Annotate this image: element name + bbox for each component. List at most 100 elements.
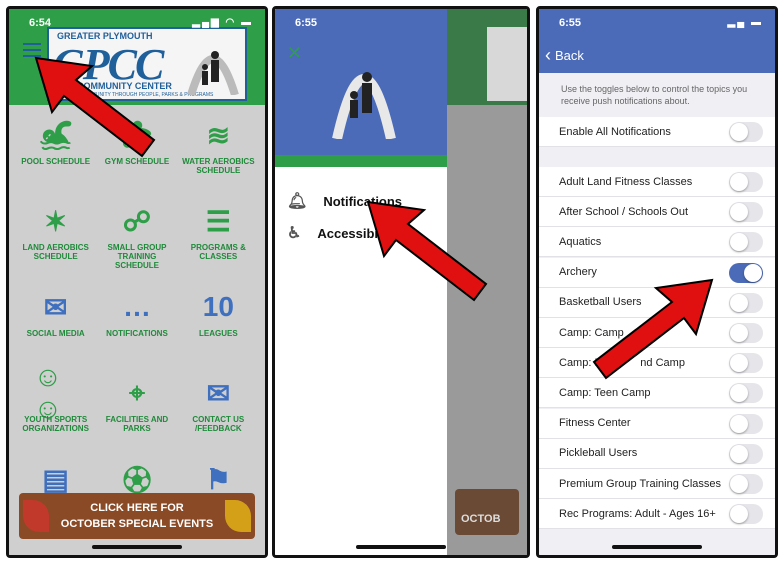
topic-label: Camp: Camp — [559, 326, 624, 339]
toggle-knob — [730, 293, 748, 312]
topic-row: Camp: Teen Camp — [539, 378, 775, 409]
tile-label: SMALL GROUP TRAINING SCHEDULE — [107, 243, 167, 270]
dimmed-home-background[interactable]: OCTOB — [447, 9, 527, 555]
toggle-knob — [730, 203, 748, 222]
toggle-knob — [730, 123, 748, 141]
topic-toggle[interactable] — [729, 413, 763, 434]
leaf-icon — [23, 500, 49, 532]
swimmer-icon: 🏊︎ — [37, 119, 74, 151]
topic-toggle[interactable] — [729, 443, 763, 464]
menu-item-notifications[interactable]: 🔔︎ Notifications — [287, 191, 402, 211]
topic-label: Camp: Teen Camp — [559, 386, 651, 399]
tile-label: CONTACT US /FEEDBACK — [192, 415, 245, 433]
status-time: 6:55 — [559, 17, 582, 29]
accessibility-icon: ♿︎ — [287, 225, 302, 242]
chevron-left-icon: ‹ — [545, 45, 551, 65]
home-tile[interactable]: ☍ SMALL GROUP TRAINING SCHEDULE — [96, 201, 177, 281]
topic-row: Adult Land Fitness Classes — [539, 167, 775, 197]
home-tile[interactable]: ✉ SOCIAL MEDIA — [15, 287, 96, 367]
banner-line1: CLICK HERE FOR — [90, 502, 184, 514]
tile-grid: 🏊︎ POOL SCHEDULE ⛹︎ GYM SCHEDULE ≋ WATER AERO… — [15, 115, 259, 539]
tile-label: GYM SCHEDULE — [104, 157, 170, 166]
toggle-knob — [730, 505, 748, 524]
hamburger-menu-icon[interactable] — [23, 43, 41, 57]
dimmed-banner-text: OCTOB — [461, 513, 501, 525]
bell-icon: 🔔︎ — [287, 193, 308, 210]
topic-toggle[interactable] — [729, 202, 763, 223]
toggle-knob — [730, 324, 748, 342]
description-text: Use the toggles below to control the top… — [561, 84, 748, 106]
tile-label: YOUTH SPORTS ORGANIZATIONS — [22, 415, 89, 433]
home-tile[interactable]: ☺☺ YOUTH SPORTS ORGANIZATIONS — [15, 361, 96, 453]
home-grid-area: 🏊︎ POOL SCHEDULE ⛹︎ GYM SCHEDULE ≋ WATER AERO… — [9, 105, 265, 555]
home-tile[interactable]: 🏊︎ POOL SCHEDULE — [15, 115, 96, 195]
topic-toggle[interactable] — [729, 383, 763, 404]
land-aerobics-icon: ✶ — [43, 205, 68, 237]
topic-toggle[interactable] — [729, 292, 763, 313]
map-pin-icon: ⌖ — [129, 376, 145, 408]
home-tile[interactable]: ✶ LAND AEROBICS SCHEDULE — [15, 201, 96, 281]
tile-label: NOTIFICATIONS — [106, 329, 168, 338]
group-training-icon: ☍ — [122, 205, 152, 237]
leaf-icon — [225, 500, 251, 532]
status-icons: ▂▄▆ ◠ ▬ — [192, 17, 253, 28]
topic-row: Aquatics — [539, 227, 775, 258]
topic-toggle[interactable] — [729, 172, 763, 192]
dimmed-banner: OCTOB — [455, 489, 519, 535]
topic-toggle[interactable] — [729, 262, 763, 283]
topic-row: Pickleball Users — [539, 438, 775, 469]
gpcc-logo: GREATER PLYMOUTH GPCC COMMUNITY CENTER B… — [47, 27, 247, 101]
speech-bubble-icon: … — [122, 291, 151, 322]
topic-row: Rec Programs: Adult - Ages 16+ — [539, 499, 775, 530]
tile-label: LAND AEROBICS SCHEDULE — [22, 243, 89, 261]
topic-row: Basketball Users — [539, 287, 775, 318]
enable-all-toggle[interactable] — [729, 122, 763, 142]
home-indicator — [92, 545, 182, 549]
menu-item-accessibility[interactable]: ♿︎ Accessibi — [287, 223, 378, 243]
toggle-knob — [730, 444, 748, 463]
banner-line2: OCTOBER SPECIAL EVENTS — [60, 518, 214, 530]
home-tile[interactable]: ⌖ FACILITIES AND PARKS — [96, 373, 177, 453]
toggle-knob — [730, 354, 748, 373]
side-drawer: ✕ 🔔︎ Notifications ♿︎ Accessibi — [275, 9, 447, 555]
topic-label: Camp: Playg nd Camp — [559, 356, 685, 369]
home-tile[interactable]: … NOTIFICATIONS — [96, 287, 177, 367]
toggle-knob — [730, 233, 748, 252]
arch-family-icon — [187, 51, 239, 95]
home-tile[interactable]: ≋ WATER AEROBICS SCHEDULE — [178, 115, 259, 195]
home-tile[interactable]: ✉ CONTACT US /FEEDBACK — [178, 373, 259, 453]
people-icon: ☺☺ — [33, 361, 63, 424]
topic-toggle[interactable] — [729, 474, 763, 494]
status-bar: 6:54 ▂▄▆ ◠ ▬ — [9, 9, 265, 35]
phone-screen-notifications: 6:55 ▂▄ ▬ ‹ Back Use the toggles below t… — [536, 6, 778, 558]
close-icon[interactable]: ✕ — [287, 43, 302, 64]
phone-screen-home: 6:54 ▂▄▆ ◠ ▬ GREATER PLYMOUTH GPCC COMMU… — [6, 6, 268, 558]
topic-toggle[interactable] — [729, 353, 763, 374]
status-bar: 6:55 — [275, 9, 527, 35]
toggle-knob — [730, 173, 748, 191]
october-events-banner[interactable]: CLICK HERE FOR OCTOBER SPECIAL EVENTS — [19, 493, 255, 539]
clipboard-icon: ☰ — [205, 205, 231, 237]
back-label: Back — [555, 48, 584, 63]
toggle-knob — [744, 263, 762, 282]
home-tile[interactable]: ☰ PROGRAMS & CLASSES — [178, 201, 259, 281]
jersey-icon: 10 — [202, 291, 234, 322]
back-button[interactable]: ‹ Back — [545, 45, 584, 66]
topic-label: Basketball Users — [559, 296, 642, 309]
logo-line3: COMMUNITY CENTER — [77, 81, 172, 91]
menu-item-label: Accessibi — [317, 225, 379, 241]
topic-toggle[interactable] — [729, 504, 763, 525]
topic-label: Pickleball Users — [559, 447, 638, 460]
status-icons: ▂▄ ▬ — [727, 17, 763, 28]
topic-toggle[interactable] — [729, 232, 763, 253]
status-bar: 6:55 ▂▄ ▬ — [539, 9, 775, 35]
home-tile[interactable]: 10 LEAGUES — [178, 287, 259, 367]
home-tile[interactable]: ⛹︎ GYM SCHEDULE — [96, 115, 177, 195]
topic-row: Premium Group Training Classes — [539, 469, 775, 499]
toggle-knob — [730, 475, 748, 493]
topic-label: After School / Schools Out — [559, 205, 689, 218]
topic-toggle[interactable] — [729, 323, 763, 343]
envelope-icon: ✉ — [206, 377, 231, 409]
toggle-knob — [730, 414, 748, 433]
tile-label: LEAGUES — [198, 329, 238, 338]
